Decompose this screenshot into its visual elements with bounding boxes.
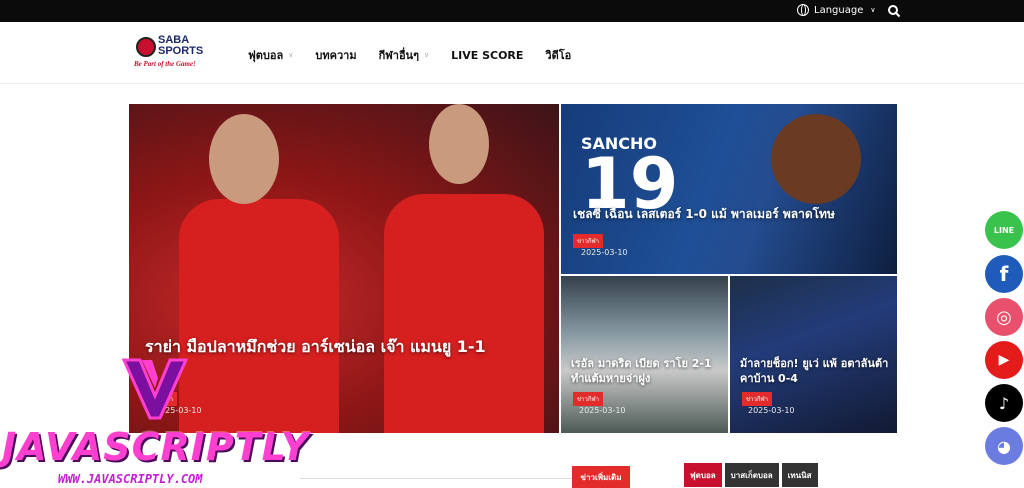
nav-item-label: LIVE SCORE [451,48,524,62]
javascriptly-logo-icon [122,358,188,420]
language-label: Language [814,4,864,16]
article-title: เรอัล มาดริด เบียด ราโย 2-1 ทำแต้มหายจ่า… [571,357,712,385]
chevron-down-icon: ∨ [423,51,430,59]
sport-tabs: ฟุตบอล บาสเก็ตบอล เทนนิส [684,463,818,487]
category-badge[interactable]: ข่าวกีฬา [742,392,772,406]
logo-wordmark: SABA SPORTS [158,35,203,57]
featured-article-bottom-right[interactable]: ม้าลายช็อก! ยูเว่ แพ้ อตาลันต้า คาบ้าน 0… [730,276,897,433]
tiktok-icon[interactable]: ♪ [985,384,1023,422]
globe-icon [797,4,809,16]
nav-item-football[interactable]: ฟุตบอล ∨ [248,46,293,64]
watermark-text: JAVASCRIPTLY [2,425,310,469]
youtube-icon[interactable]: ▶ [985,341,1023,379]
nav-item-label: กีฬาอื่นๆ [378,49,419,62]
player-photo [384,194,544,433]
player-photo [209,114,279,204]
nav-item-other-sports[interactable]: กีฬาอื่นๆ ∨ [379,46,430,64]
nav-item-live-score[interactable]: LIVE SCORE [451,46,523,64]
main-nav: ฟุตบอล ∨ บทความ กีฬาอื่นๆ ∨ LIVE SCORE ว… [248,46,593,64]
saba-sports-logo[interactable]: SABA SPORTS Be Part of the Game! [134,35,214,75]
search-icon[interactable] [887,4,901,18]
player-photo [771,114,861,204]
logo-badge-icon [136,37,156,57]
social-glyph: LINE [993,225,1015,235]
nav-item-video[interactable]: วิดีโอ [545,46,571,64]
social-glyph: ♪ [998,393,1010,413]
social-glyph: ◎ [996,306,1012,328]
nav-item-label: วิดีโอ [545,49,572,62]
article-date: 2025-03-10 [581,248,628,257]
tab-tennis[interactable]: เทนนิส [781,463,818,487]
social-glyph: ◕ [997,436,1011,456]
line-icon[interactable]: LINE [985,211,1023,249]
player-photo [179,199,339,433]
social-glyph: ▶ [998,352,1010,368]
discord-icon[interactable]: ◕ [985,427,1023,465]
article-date: 2025-03-10 [748,406,795,415]
social-glyph: f [999,262,1009,286]
featured-article-main[interactable]: ราย่า มือปลาหมึกช่วย อาร์เซน่อล เจ๊า แมน… [129,104,559,433]
category-badge[interactable]: ข่าวกีฬา [573,392,603,406]
section-divider [300,478,572,479]
logo-slogan: Be Part of the Game! [134,60,196,68]
article-title: ม้าลายช็อก! ยูเว่ แพ้ อตาลันต้า คาบ้าน 0… [740,357,889,385]
nav-item-label: บทความ [315,49,357,62]
article-date: 2025-03-10 [579,406,626,415]
top-utility-bar: Language ∨ [0,0,1024,22]
more-news-button[interactable]: ข่าวเพิ่มเติม [572,466,630,488]
nav-item-label: ฟุตบอล [248,49,284,62]
featured-article-bottom-left[interactable]: เรอัล มาดริด เบียด ราโย 2-1 ทำแต้มหายจ่า… [561,276,728,433]
tab-football[interactable]: ฟุตบอล [684,463,722,487]
language-selector[interactable]: Language ∨ [797,4,875,16]
nav-item-articles[interactable]: บทความ [315,46,356,64]
chevron-down-icon: ∨ [288,51,294,59]
player-photo [429,104,489,184]
site-header: SABA SPORTS Be Part of the Game! ฟุตบอล … [0,22,1024,84]
article-title: ราย่า มือปลาหมึกช่วย อาร์เซน่อล เจ๊า แมน… [145,337,486,356]
tab-basketball[interactable]: บาสเก็ตบอล [724,463,779,487]
article-title: เชลซี เฉือน เลสเตอร์ 1-0 แม้ พาลเมอร์ พล… [573,207,835,221]
logo-brand-line2: SPORTS [158,45,204,57]
instagram-icon[interactable]: ◎ [985,298,1023,336]
watermark-url: WWW.JAVASCRIPTLY.COM [58,472,203,486]
featured-article-top-right[interactable]: SANCHO 19 เชลซี เฉือน เลสเตอร์ 1-0 แม้ พ… [561,104,897,274]
category-badge[interactable]: ข่าวกีฬา [573,234,603,248]
facebook-icon[interactable]: f [985,255,1023,293]
chevron-down-icon: ∨ [870,6,876,14]
